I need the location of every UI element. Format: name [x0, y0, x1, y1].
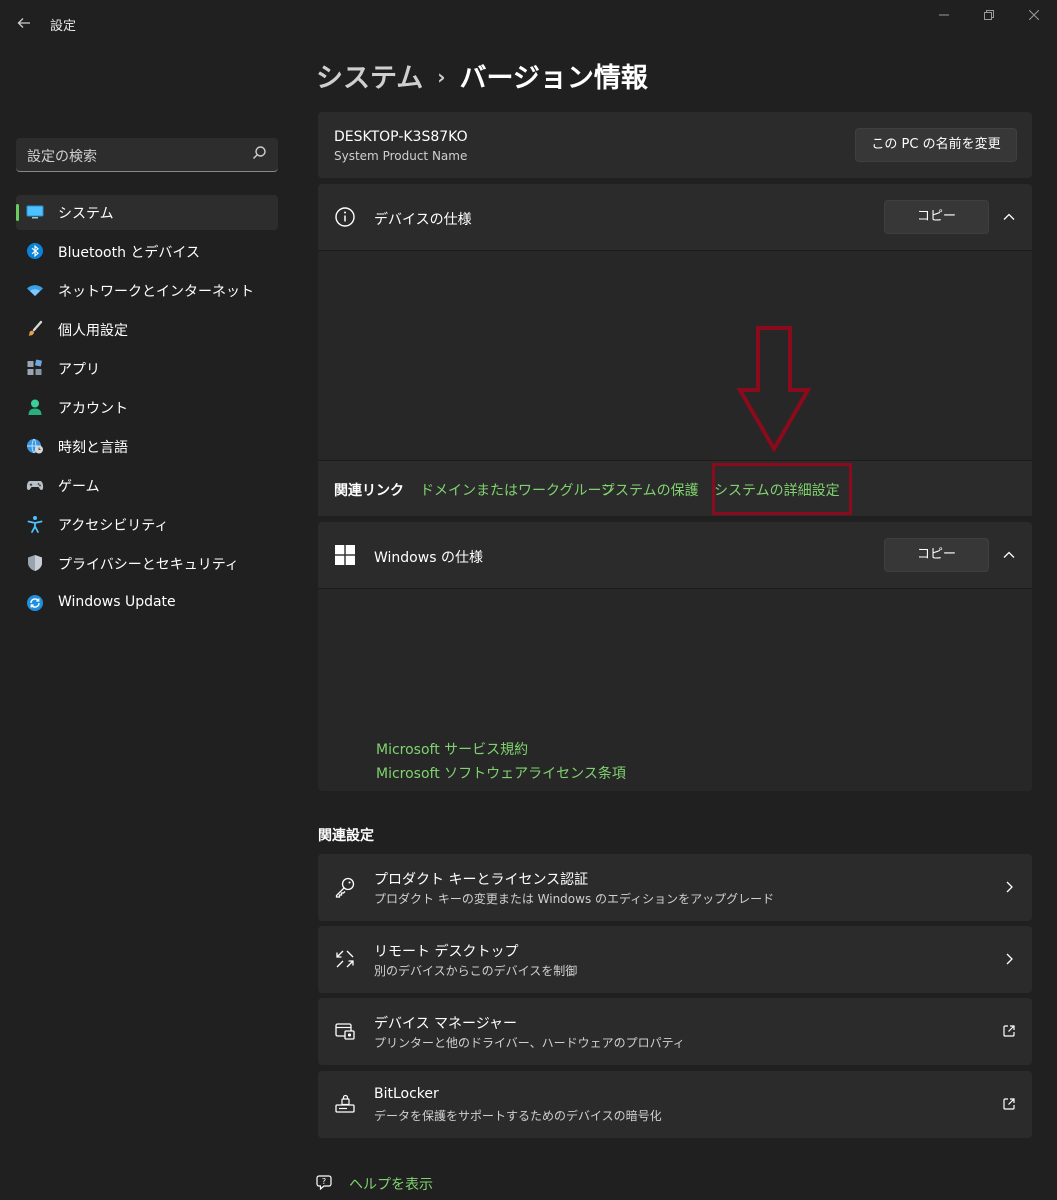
copy-windows-specs-button[interactable]: コピー: [884, 538, 989, 572]
close-button[interactable]: [1011, 6, 1057, 26]
device-product-name: System Product Name: [334, 149, 468, 163]
close-icon: [1028, 9, 1040, 21]
setting-title: プロダクト キーとライセンス認証: [374, 872, 589, 888]
device-name: DESKTOP-K3S87KO: [334, 129, 468, 145]
chevron-right-icon: [1006, 953, 1013, 965]
sidebar-item-windows-update[interactable]: Windows Update: [16, 586, 278, 621]
page-title: バージョン情報: [459, 63, 648, 94]
sidebar-item-label: Bluetooth とデバイス: [58, 245, 200, 261]
chevron-up-icon[interactable]: [1002, 548, 1016, 562]
minimize-icon: [939, 14, 949, 16]
sidebar-item-label: アプリ: [58, 362, 100, 378]
sidebar-item-label: ネットワークとインターネット: [58, 284, 254, 300]
title-bar: 設定: [0, 0, 1057, 48]
advanced-system-settings-link[interactable]: システムの詳細設定: [714, 480, 840, 500]
setting-title: デバイス マネージャー: [374, 1016, 518, 1032]
windows-specs-header[interactable]: Windows の仕様 コピー: [318, 522, 1032, 588]
external-link-icon: [1003, 1098, 1015, 1110]
person-icon: [28, 399, 42, 415]
related-links-label: 関連リンク: [334, 483, 404, 499]
setting-title: BitLocker: [374, 1086, 439, 1102]
chevron-up-icon[interactable]: [1002, 210, 1016, 224]
device-name-card: DESKTOP-K3S87KO System Product Name この P…: [318, 112, 1032, 178]
wifi-icon: [27, 285, 43, 296]
domain-workgroup-link[interactable]: ドメインまたはワークグループ: [420, 480, 615, 500]
breadcrumb: システム › バージョン情報: [316, 56, 648, 96]
sidebar-item-apps[interactable]: アプリ: [16, 351, 278, 386]
update-icon: [27, 595, 43, 611]
ms-license-terms-link[interactable]: Microsoft ソフトウェアライセンス条項: [376, 763, 626, 783]
breadcrumb-parent[interactable]: システム: [316, 63, 423, 94]
sidebar-item-label: アカウント: [58, 401, 128, 417]
device-specs-header[interactable]: デバイスの仕様 コピー: [318, 184, 1032, 250]
sidebar-item-label: アクセシビリティ: [58, 518, 169, 534]
rename-pc-button[interactable]: この PC の名前を変更: [855, 128, 1017, 162]
search-input[interactable]: 設定の検索: [16, 138, 278, 172]
copy-device-specs-button[interactable]: コピー: [884, 200, 989, 234]
key-icon: [335, 877, 355, 898]
setting-subtitle: 別のデバイスからこのデバイスを制御: [374, 964, 578, 978]
sidebar-item-label: Windows Update: [58, 594, 176, 610]
sidebar-item-accessibility[interactable]: アクセシビリティ: [16, 507, 278, 542]
annotation-arrow-icon: [736, 326, 812, 452]
sidebar-item-label: ゲーム: [58, 479, 100, 495]
setting-subtitle: プリンターと他のドライバー、ハードウェアのプロパティ: [374, 1036, 685, 1050]
device-manager-icon: [335, 1023, 355, 1040]
windows-specs-title: Windows の仕様: [374, 550, 483, 566]
system-protection-link[interactable]: システムの保護: [601, 480, 699, 500]
sidebar-item-label: 時刻と言語: [58, 440, 128, 456]
sidebar-item-privacy-security[interactable]: プライバシーとセキュリティ: [16, 546, 278, 581]
help-chat-icon: ?: [316, 1175, 332, 1191]
ms-services-agreement-link[interactable]: Microsoft サービス規約: [376, 739, 528, 759]
app-title: 設定: [50, 19, 77, 34]
back-arrow-icon: [17, 18, 30, 28]
sidebar-item-label: 個人用設定: [58, 323, 128, 339]
remote-desktop-item[interactable]: リモート デスクトップ 別のデバイスからこのデバイスを制御: [318, 926, 1032, 993]
sidebar-item-network[interactable]: ネットワークとインターネット: [16, 273, 278, 308]
sidebar-item-system[interactable]: システム: [16, 195, 278, 230]
gamepad-icon: [26, 481, 44, 490]
minimize-button[interactable]: [921, 6, 967, 26]
sidebar-item-bluetooth[interactable]: Bluetooth とデバイス: [16, 234, 278, 269]
restore-button[interactable]: [966, 6, 1012, 26]
sidebar-item-label: システム: [58, 206, 114, 222]
device-manager-item[interactable]: デバイス マネージャー プリンターと他のドライバー、ハードウェアのプロパティ: [318, 998, 1032, 1065]
monitor-icon: [26, 205, 44, 219]
breadcrumb-separator: ›: [437, 65, 446, 89]
back-button[interactable]: [14, 12, 34, 34]
sidebar-item-accounts[interactable]: アカウント: [16, 390, 278, 425]
setting-subtitle: データを保護をサポートするためのデバイスの暗号化: [374, 1109, 662, 1123]
product-key-activation-item[interactable]: プロダクト キーとライセンス認証 プロダクト キーの変更または Windows …: [318, 854, 1032, 921]
brush-icon: [28, 320, 43, 336]
windows-specs-content: [318, 589, 1032, 791]
globe-clock-icon: [27, 438, 43, 454]
sidebar-item-label: プライバシーとセキュリティ: [58, 557, 239, 573]
setting-title: リモート デスクトップ: [374, 944, 519, 960]
bitlocker-item[interactable]: BitLocker データを保護をサポートするためのデバイスの暗号化: [318, 1071, 1032, 1138]
related-settings-header: 関連設定: [318, 828, 374, 844]
sidebar-item-gaming[interactable]: ゲーム: [16, 468, 278, 503]
active-indicator: [16, 204, 19, 221]
setting-subtitle: プロダクト キーの変更または Windows のエディションをアップグレード: [374, 892, 775, 906]
external-link-icon: [1003, 1025, 1015, 1037]
related-links-bar: 関連リンク ドメインまたはワークグループ システムの保護 システムの詳細設定: [318, 461, 1032, 516]
device-specs-title: デバイスの仕様: [374, 212, 472, 228]
search-icon: [253, 146, 266, 159]
apps-icon: [27, 359, 43, 375]
sidebar-item-time-language[interactable]: 時刻と言語: [16, 429, 278, 464]
remote-desktop-icon: [336, 950, 354, 968]
search-placeholder: 設定の検索: [27, 149, 97, 165]
bitlocker-icon: [335, 1094, 355, 1113]
restore-icon: [984, 10, 994, 20]
svg-text:?: ?: [322, 1177, 326, 1186]
device-specs-content: [318, 251, 1032, 460]
accessibility-icon: [27, 516, 43, 533]
info-icon: [335, 207, 355, 227]
bluetooth-icon: [27, 243, 43, 259]
shield-icon: [28, 555, 42, 571]
help-label: ヘルプを表示: [349, 1177, 433, 1193]
sidebar-item-personalization[interactable]: 個人用設定: [16, 312, 278, 347]
windows-logo-icon: [335, 545, 355, 565]
chevron-right-icon: [1006, 881, 1013, 893]
